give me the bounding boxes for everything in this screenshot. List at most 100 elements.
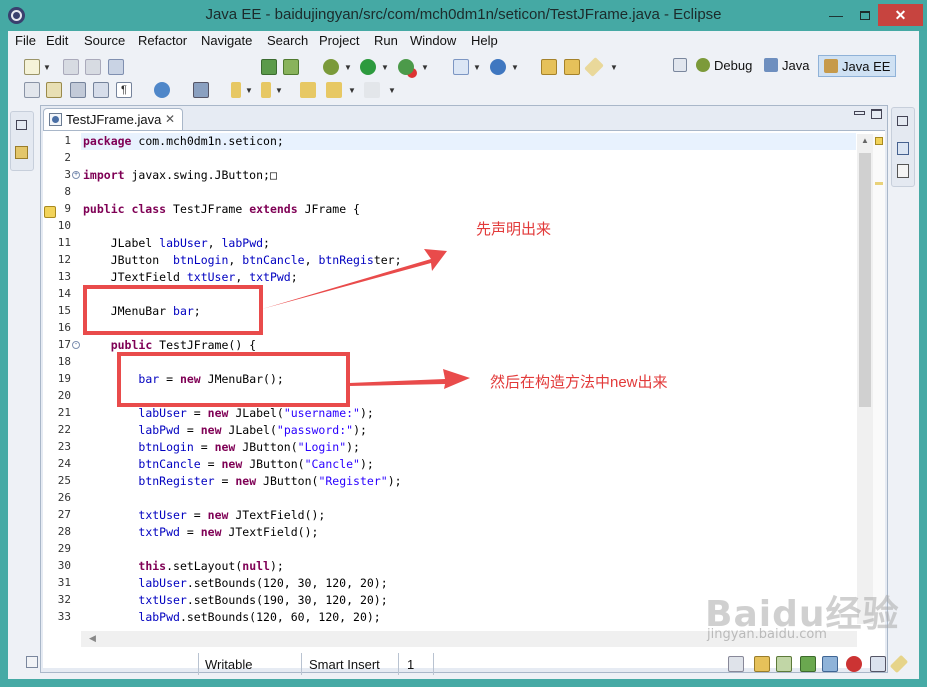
print-icon[interactable] [108,59,124,75]
new-class-icon[interactable] [490,59,506,75]
menu-edit[interactable]: Edit [46,33,68,48]
tray-help-icon[interactable] [728,656,744,672]
tab-testjframe[interactable]: TestJFrame.java ✕ [43,108,183,130]
menu-help[interactable]: Help [471,33,498,48]
code-token: = [186,406,208,420]
scroll-up-icon[interactable]: ▲ [861,136,869,145]
perspective-java[interactable]: Java [764,55,809,77]
show-whitespace-icon[interactable]: ¶ [116,82,132,98]
menu-refactor[interactable]: Refactor [138,33,187,48]
external-tools-icon[interactable] [398,59,414,75]
code-token: JTextField(); [221,525,319,539]
new-dropdown-icon[interactable]: ▼ [43,63,51,72]
menu-file[interactable]: File [15,33,36,48]
overview-ruler [873,134,885,624]
run-dropdown-icon[interactable]: ▼ [381,63,389,72]
code-string: "password:" [276,423,354,437]
search-icon[interactable] [584,57,604,77]
code-field: btnLogin [138,440,194,454]
open-perspective-icon [673,58,687,72]
block-selection-icon[interactable] [93,82,109,98]
debug-icon[interactable] [323,59,339,75]
minimize-button[interactable]: — [823,4,849,26]
menu-window[interactable]: Window [410,33,456,48]
back-dropdown-icon[interactable]: ▼ [348,86,356,95]
next-annotation-dropdown-icon[interactable]: ▼ [245,86,253,95]
menu-source[interactable]: Source [84,33,125,48]
forward-icon[interactable] [364,82,380,98]
editor-maximize-icon[interactable] [871,109,882,119]
open-type-icon[interactable] [541,59,557,75]
browser-icon[interactable] [154,82,170,98]
open-perspective-button[interactable] [673,55,691,77]
tab-close-icon[interactable]: ✕ [165,109,175,130]
run-icon[interactable] [360,59,376,75]
close-button[interactable]: ✕ [878,4,923,26]
menu-navigate[interactable]: Navigate [201,33,252,48]
menu-run[interactable]: Run [374,33,398,48]
warning-marker-icon[interactable] [44,206,56,218]
forward-dropdown-icon[interactable]: ▼ [388,86,396,95]
line-number: 14 [57,287,71,300]
line-number: 24 [57,457,71,470]
right-restore-icon[interactable] [897,116,908,126]
toggle-mark-icon[interactable] [46,82,62,98]
task-list-icon[interactable] [897,164,909,178]
fold-collapse-icon[interactable]: - [72,341,80,349]
save-icon[interactable] [63,59,79,75]
new-server-icon[interactable] [453,59,469,75]
last-edit-icon[interactable] [300,82,316,98]
prev-annotation-icon[interactable] [261,82,271,98]
tray-data-icon[interactable] [822,656,838,672]
vertical-scroll-thumb[interactable] [859,153,871,407]
code-token: JTextField(); [228,508,326,522]
fold-expand-icon[interactable]: + [72,171,80,179]
maximize-button[interactable] [852,4,878,26]
step-icon[interactable] [193,82,209,98]
perspective-javaee[interactable]: Java EE [818,55,897,77]
code-token: ); [269,559,284,573]
line-number: 8 [64,185,71,198]
menu-search[interactable]: Search [267,33,308,48]
menu-project[interactable]: Project [319,33,359,48]
tray-console-icon[interactable] [870,656,886,672]
deploy-icon[interactable] [261,59,277,75]
scroll-left-icon[interactable]: ◀ [89,633,96,644]
new-server-dropdown-icon[interactable]: ▼ [473,63,481,72]
warning-summary-icon[interactable] [875,137,883,145]
debug-dropdown-icon[interactable]: ▼ [344,63,352,72]
code-line: btnCancle = new JButton("Cancle"); [83,457,373,471]
status-divider [433,653,434,675]
external-tools-dropdown-icon[interactable]: ▼ [421,63,429,72]
save-all-icon[interactable] [85,59,101,75]
tray-servers-icon[interactable] [800,656,816,672]
perspective-debug[interactable]: Debug [696,55,752,77]
code-line: btnLogin = new JButton("Login"); [83,440,360,454]
tray-problems-icon[interactable] [846,656,862,672]
fast-view-icon[interactable] [26,656,38,668]
server-icon[interactable] [283,59,299,75]
outline-icon[interactable] [897,142,909,155]
search-dropdown-icon[interactable]: ▼ [610,63,618,72]
code-line: public TestJFrame() { [83,338,256,352]
package-explorer-icon[interactable] [15,146,28,159]
new-class-dropdown-icon[interactable]: ▼ [511,63,519,72]
tray-tasks-icon[interactable] [776,656,792,672]
open-task-icon[interactable] [564,59,580,75]
next-annotation-icon[interactable] [231,82,241,98]
prev-annotation-dropdown-icon[interactable]: ▼ [275,86,283,95]
editor-minimize-icon[interactable] [854,111,865,115]
link-icon[interactable] [24,82,40,98]
back-icon[interactable] [326,82,342,98]
new-icon[interactable] [24,59,40,75]
code-line: JLabel labUser, labPwd; [83,236,270,250]
restore-icon[interactable] [16,120,27,130]
tray-marketplace-icon[interactable] [754,656,770,672]
line-number: 31 [57,576,71,589]
toggle-breadcrumb-icon[interactable] [70,82,86,98]
tray-search-icon[interactable] [889,654,909,674]
code-field: labUser [138,576,187,590]
warning-overview-mark[interactable] [875,182,883,185]
